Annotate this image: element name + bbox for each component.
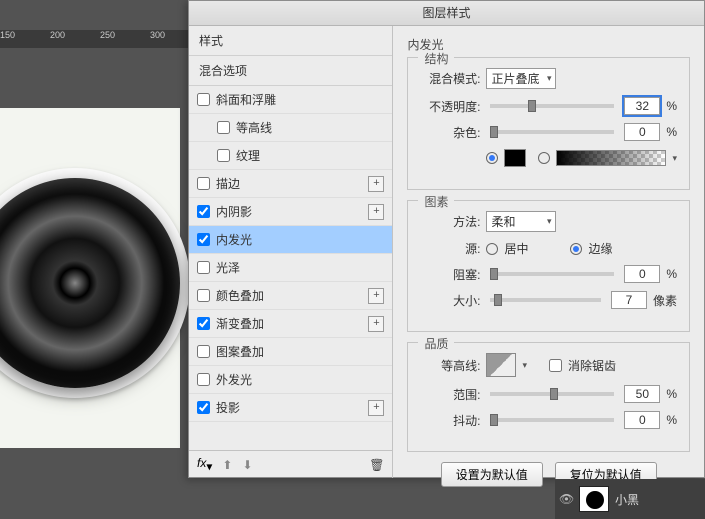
satin-checkbox[interactable] (197, 261, 210, 274)
elements-label: 图素 (418, 193, 454, 210)
gradient-swatch[interactable] (556, 150, 666, 166)
style-color-overlay[interactable]: 颜色叠加+ (189, 282, 392, 310)
elements-group: 图素 方法: 柔和▾ 源: 居中 边缘 阻塞: 0 % (407, 200, 690, 332)
style-satin[interactable]: 光泽 (189, 254, 392, 282)
gradient-dropdown-icon[interactable]: ▾ (672, 153, 677, 164)
opacity-label: 不透明度: (420, 98, 480, 115)
layer-panel: 👁 小黑 (555, 479, 705, 519)
canvas-artboard (0, 108, 180, 448)
blend-mode-label: 混合模式: (420, 70, 480, 87)
outer-glow-checkbox[interactable] (197, 373, 210, 386)
style-pattern-overlay[interactable]: 图案叠加 (189, 338, 392, 366)
dialog-title: 图层样式 (189, 1, 704, 26)
trash-icon[interactable]: 🗑 (369, 458, 384, 472)
blend-mode-select[interactable]: 正片叠底▾ (486, 68, 556, 89)
structure-label: 结构 (418, 50, 454, 67)
layer-name[interactable]: 小黑 (615, 491, 639, 508)
jitter-label: 抖动: (420, 412, 480, 429)
texture-sub-checkbox[interactable] (217, 149, 230, 162)
make-default-button[interactable]: 设置为默认值 (441, 462, 543, 487)
stroke-checkbox[interactable] (197, 177, 210, 190)
inner-glow-checkbox[interactable] (197, 233, 210, 246)
opacity-input[interactable]: 32 (624, 97, 660, 115)
size-slider[interactable] (490, 298, 601, 302)
antialias-checkbox[interactable] (549, 359, 562, 372)
source-edge-radio[interactable] (570, 243, 582, 255)
range-input[interactable]: 50 (624, 385, 660, 403)
bevel-checkbox[interactable] (197, 93, 210, 106)
contour-swatch[interactable] (486, 353, 516, 377)
source-center-radio[interactable] (486, 243, 498, 255)
styles-list-panel: 样式 混合选项 斜面和浮雕 等高线 纹理 描边+ 内阴影+ 内发光 光泽 颜色叠… (189, 26, 393, 478)
style-gradient-overlay[interactable]: 渐变叠加+ (189, 310, 392, 338)
color-overlay-checkbox[interactable] (197, 289, 210, 302)
choke-input[interactable]: 0 (624, 265, 660, 283)
source-label: 源: (420, 240, 480, 257)
size-input[interactable]: 7 (611, 291, 647, 309)
method-label: 方法: (420, 213, 480, 230)
choke-slider[interactable] (490, 272, 614, 276)
styles-header[interactable]: 样式 (189, 26, 392, 56)
layer-style-dialog: 图层样式 样式 混合选项 斜面和浮雕 等高线 纹理 描边+ 内阴影+ 内发光 光… (188, 0, 705, 478)
blend-options-header[interactable]: 混合选项 (189, 56, 392, 86)
method-select[interactable]: 柔和▾ (486, 211, 556, 232)
noise-input[interactable]: 0 (624, 123, 660, 141)
contour-sub-checkbox[interactable] (217, 121, 230, 134)
move-up-icon[interactable]: ⬆ (222, 458, 232, 472)
style-stroke[interactable]: 描边+ (189, 170, 392, 198)
style-contour-sub[interactable]: 等高线 (189, 114, 392, 142)
jitter-slider[interactable] (490, 418, 614, 422)
layer-thumbnail[interactable] (579, 486, 609, 512)
contour-label: 等高线: (420, 357, 480, 374)
inner-glow-settings: 内发光 结构 混合模式: 正片叠底▾ 不透明度: 32 % 杂色: 0 % (393, 26, 704, 478)
opacity-slider[interactable] (490, 104, 614, 108)
gradient-overlay-checkbox[interactable] (197, 317, 210, 330)
gradient-radio[interactable] (538, 152, 550, 164)
drop-shadow-add-icon[interactable]: + (368, 400, 384, 416)
inner-shadow-checkbox[interactable] (197, 205, 210, 218)
style-inner-shadow[interactable]: 内阴影+ (189, 198, 392, 226)
choke-label: 阻塞: (420, 266, 480, 283)
style-drop-shadow[interactable]: 投影+ (189, 394, 392, 422)
color-radio[interactable] (486, 152, 498, 164)
style-inner-glow[interactable]: 内发光 (189, 226, 392, 254)
range-label: 范围: (420, 386, 480, 403)
size-label: 大小: (420, 292, 480, 309)
layer-visibility-icon[interactable]: 👁 (559, 492, 573, 506)
quality-label: 品质 (418, 335, 454, 352)
color-swatch[interactable] (504, 149, 526, 167)
stroke-add-icon[interactable]: + (368, 176, 384, 192)
style-bevel[interactable]: 斜面和浮雕 (189, 86, 392, 114)
pattern-overlay-checkbox[interactable] (197, 345, 210, 358)
noise-label: 杂色: (420, 124, 480, 141)
jitter-input[interactable]: 0 (624, 411, 660, 429)
drop-shadow-checkbox[interactable] (197, 401, 210, 414)
style-texture-sub[interactable]: 纹理 (189, 142, 392, 170)
contour-dropdown-icon[interactable]: ▾ (522, 360, 527, 371)
color-overlay-add-icon[interactable]: + (368, 288, 384, 304)
gradient-overlay-add-icon[interactable]: + (368, 316, 384, 332)
noise-slider[interactable] (490, 130, 614, 134)
quality-group: 品质 等高线: ▾ 消除锯齿 范围: 50 % 抖动: (407, 342, 690, 452)
fx-menu-icon[interactable]: fx▾ (197, 456, 212, 473)
range-slider[interactable] (490, 392, 614, 396)
style-outer-glow[interactable]: 外发光 (189, 366, 392, 394)
move-down-icon[interactable]: ⬇ (242, 458, 252, 472)
structure-group: 结构 混合模式: 正片叠底▾ 不透明度: 32 % 杂色: 0 % (407, 57, 690, 190)
styles-footer: fx▾ ⬆ ⬇ 🗑 (189, 450, 392, 478)
inner-shadow-add-icon[interactable]: + (368, 204, 384, 220)
